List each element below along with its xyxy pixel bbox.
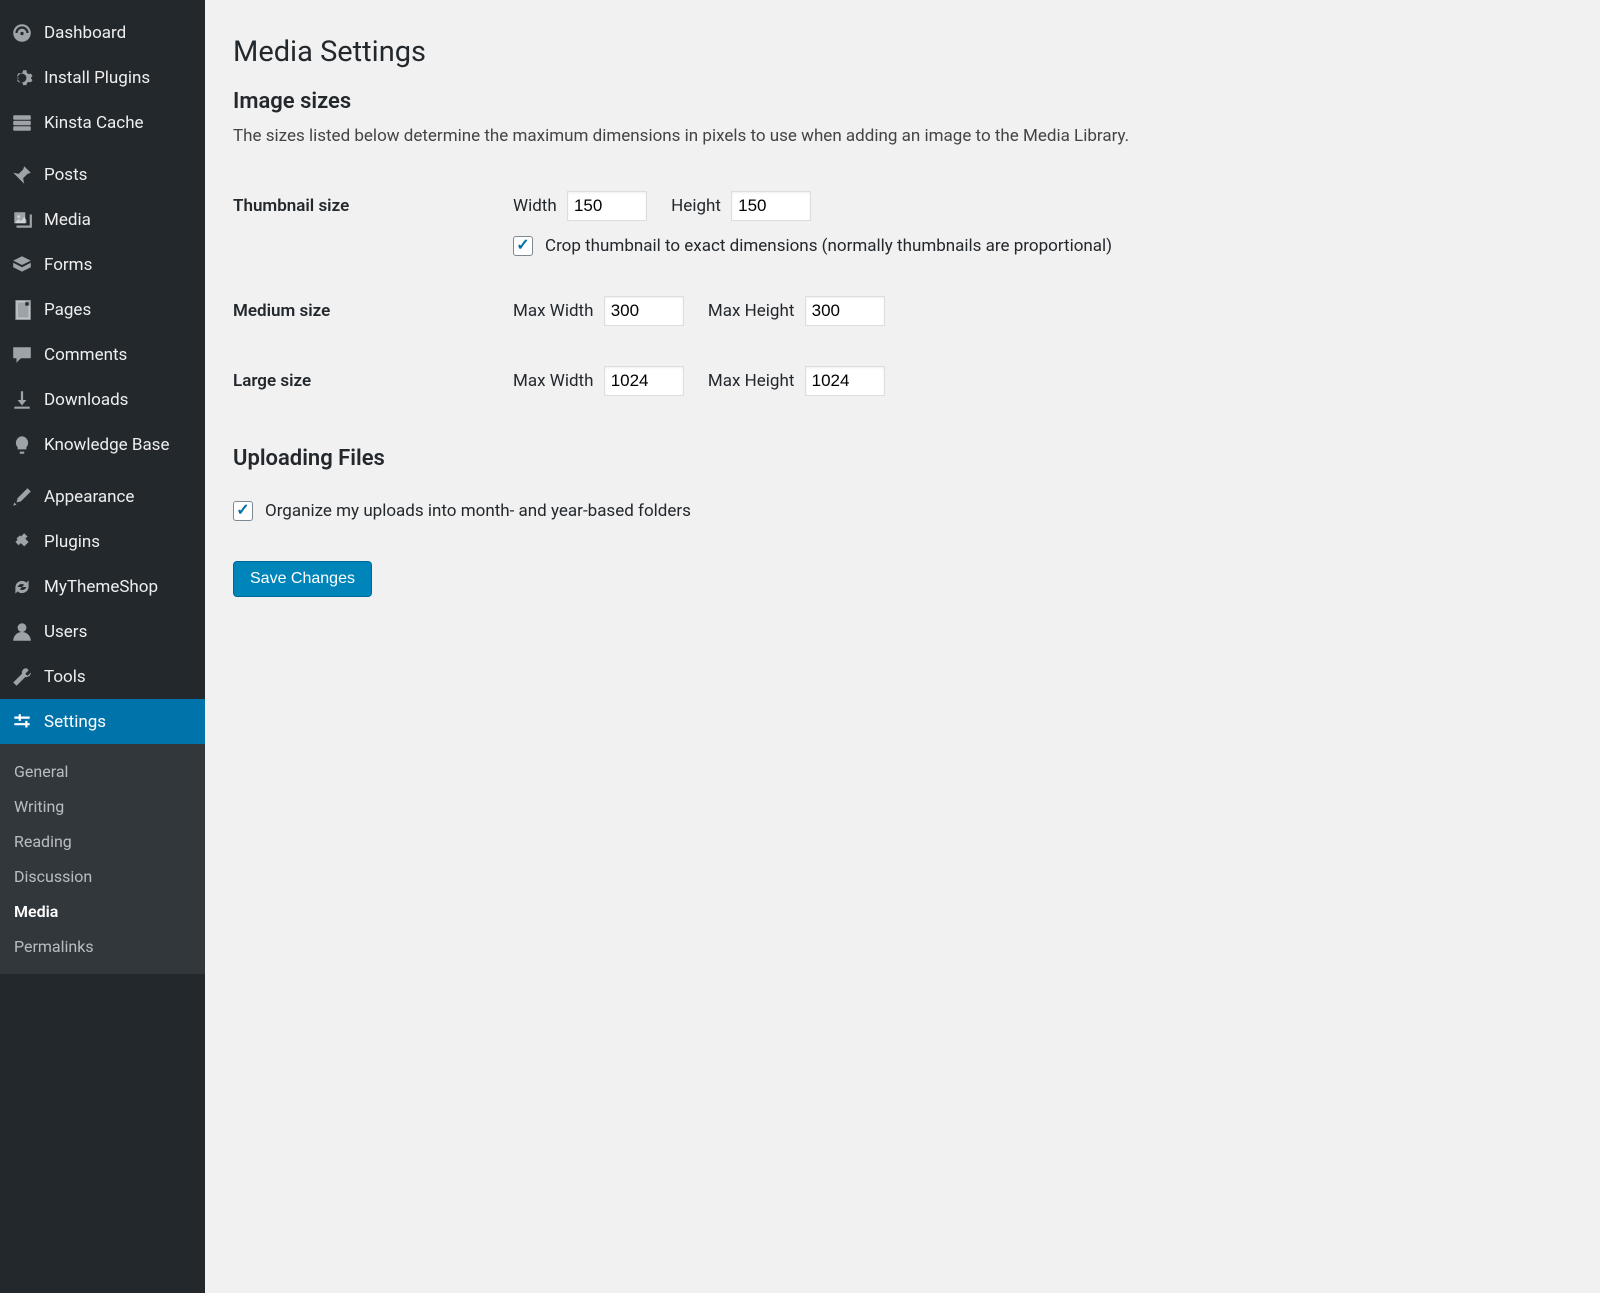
large-max-height-label: Max Height [708, 371, 795, 391]
sidebar-item-label: MyThemeShop [44, 577, 158, 597]
sidebar-item-mythemeshop[interactable]: MyThemeShop [0, 564, 205, 609]
sidebar-item-label: Dashboard [44, 23, 126, 43]
submenu-item-media[interactable]: Media [0, 894, 205, 929]
submenu-item-general[interactable]: General [0, 754, 205, 789]
large-size-row: Large size Max Width Max Height [233, 346, 1570, 416]
sidebar-item-label: Kinsta Cache [44, 113, 144, 133]
bulb-icon [10, 433, 34, 457]
sidebar-item-tools[interactable]: Tools [0, 654, 205, 699]
pin-icon [10, 163, 34, 187]
sidebar-item-label: Posts [44, 165, 87, 185]
sidebar-item-downloads[interactable]: Downloads [0, 377, 205, 422]
pages-icon [10, 298, 34, 322]
sidebar-item-appearance[interactable]: Appearance [0, 474, 205, 519]
dashboard-icon [10, 21, 34, 45]
sidebar-item-pages[interactable]: Pages [0, 287, 205, 332]
menu-separator [0, 467, 205, 474]
submenu-item-reading[interactable]: Reading [0, 824, 205, 859]
sidebar-item-users[interactable]: Users [0, 609, 205, 654]
sidebar-item-label: Install Plugins [44, 68, 150, 88]
large-size-label: Large size [233, 346, 513, 416]
sidebar-item-forms[interactable]: Forms [0, 242, 205, 287]
organize-uploads-label[interactable]: Organize my uploads into month- and year… [265, 501, 691, 521]
refresh-icon [10, 575, 34, 599]
forms-icon [10, 253, 34, 277]
large-max-width-input[interactable] [604, 366, 684, 396]
submenu-item-permalinks[interactable]: Permalinks [0, 929, 205, 964]
image-sizes-table: Thumbnail size Width Height Crop thumbna… [233, 171, 1570, 416]
sidebar-item-install-plugins[interactable]: Install Plugins [0, 55, 205, 100]
medium-max-width-label: Max Width [513, 301, 593, 321]
thumbnail-width-label: Width [513, 196, 557, 216]
sidebar-item-label: Appearance [44, 487, 134, 507]
thumbnail-crop-label[interactable]: Crop thumbnail to exact dimensions (norm… [545, 236, 1112, 256]
sidebar-item-label: Comments [44, 345, 127, 365]
sidebar-item-label: Users [44, 622, 87, 642]
sidebar-item-dashboard[interactable]: Dashboard [0, 10, 205, 55]
sidebar-item-settings[interactable]: Settings [0, 699, 205, 744]
wrench-icon [10, 665, 34, 689]
sidebar-item-label: Settings [44, 712, 106, 732]
sliders-icon [10, 710, 34, 734]
medium-size-row: Medium size Max Width Max Height [233, 276, 1570, 346]
submenu-item-discussion[interactable]: Discussion [0, 859, 205, 894]
thumbnail-height-label: Height [671, 196, 721, 216]
thumbnail-crop-checkbox[interactable] [513, 236, 533, 256]
medium-max-height-label: Max Height [708, 301, 795, 321]
user-icon [10, 620, 34, 644]
page-title: Media Settings [233, 35, 1570, 69]
sidebar-item-media[interactable]: Media [0, 197, 205, 242]
sidebar-item-label: Plugins [44, 532, 100, 552]
sidebar-item-kinsta-cache[interactable]: Kinsta Cache [0, 100, 205, 145]
submenu-item-writing[interactable]: Writing [0, 789, 205, 824]
organize-uploads-checkbox[interactable] [233, 501, 253, 521]
thumbnail-width-input[interactable] [567, 191, 647, 221]
sidebar-item-comments[interactable]: Comments [0, 332, 205, 377]
sidebar-item-label: Knowledge Base [44, 435, 169, 455]
image-sizes-heading: Image sizes [233, 89, 1570, 114]
thumbnail-size-label: Thumbnail size [233, 171, 513, 276]
sidebar-item-label: Media [44, 210, 91, 230]
thumbnail-size-row: Thumbnail size Width Height Crop thumbna… [233, 171, 1570, 276]
medium-size-label: Medium size [233, 276, 513, 346]
medium-max-width-input[interactable] [604, 296, 684, 326]
image-sizes-description: The sizes listed below determine the max… [233, 126, 1570, 146]
gear-icon [10, 66, 34, 90]
sidebar-item-plugins[interactable]: Plugins [0, 519, 205, 564]
media-icon [10, 208, 34, 232]
admin-sidebar: Dashboard Install Plugins Kinsta Cache Post… [0, 0, 205, 1293]
sidebar-item-label: Tools [44, 667, 86, 687]
sidebar-item-label: Pages [44, 300, 91, 320]
download-icon [10, 388, 34, 412]
sidebar-item-posts[interactable]: Posts [0, 152, 205, 197]
comments-icon [10, 343, 34, 367]
server-icon [10, 111, 34, 135]
sidebar-item-knowledge-base[interactable]: Knowledge Base [0, 422, 205, 467]
sidebar-item-label: Forms [44, 255, 92, 275]
sidebar-item-label: Downloads [44, 390, 128, 410]
large-max-width-label: Max Width [513, 371, 593, 391]
uploading-files-heading: Uploading Files [233, 446, 1570, 471]
content-area: Media Settings Image sizes The sizes lis… [205, 0, 1600, 1293]
plug-icon [10, 530, 34, 554]
save-changes-button[interactable]: Save Changes [233, 561, 372, 597]
brush-icon [10, 485, 34, 509]
thumbnail-height-input[interactable] [731, 191, 811, 221]
menu-separator [0, 145, 205, 152]
medium-max-height-input[interactable] [805, 296, 885, 326]
large-max-height-input[interactable] [805, 366, 885, 396]
